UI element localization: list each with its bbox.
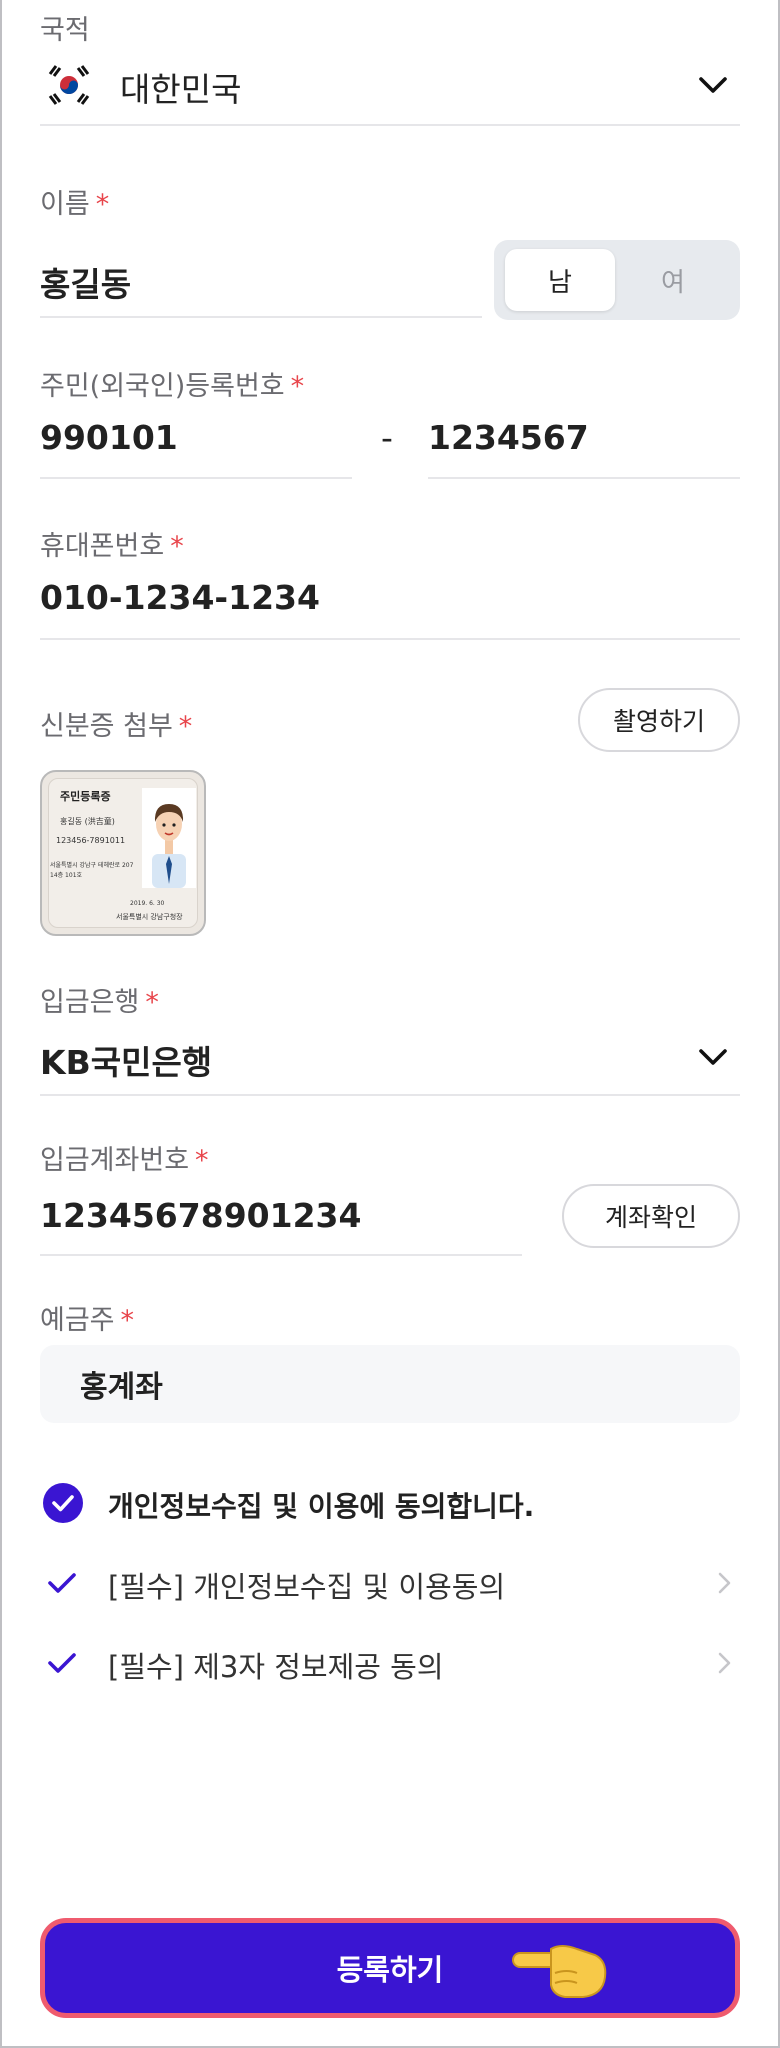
bank-select[interactable]: KB국민은행 [40,1030,740,1086]
agreement-item-label: [필수] 개인정보수집 및 이용동의 [108,1570,506,1604]
person-portrait-icon [152,804,186,888]
gender-toggle: 남 여 [494,240,740,320]
id-card-address-line1: 서울특별시 강남구 테헤란로 207 [50,862,134,869]
name-input[interactable]: 홍길동 [40,258,131,306]
nationality-select[interactable]: 대한민국 [40,58,740,114]
resident-id-back-input[interactable]: 1234567 [428,418,589,457]
divider [40,638,740,640]
submit-button-label: 등록하기 [336,1953,444,1987]
divider [40,124,740,126]
divider [40,1254,522,1256]
resident-id-separator: - [381,418,393,457]
id-card-issuer: 서울특별시 강남구청장 [116,913,183,921]
submit-button[interactable]: 등록하기 [40,1918,740,2018]
resident-id-front-input[interactable]: 990101 [40,418,178,457]
divider [428,477,740,479]
nationality-value: 대한민국 [120,70,242,109]
chevron-down-icon [696,68,730,106]
id-card-date: 2019. 6. 30 [130,900,165,907]
korea-flag-icon [46,62,92,108]
id-card-name: 홍길동 (洪吉童) [60,817,115,826]
id-card-number: 123456-7891011 [56,836,126,845]
bank-label: 입금은행 * [40,987,159,1018]
agree-all-row[interactable]: 개인정보수집 및 이용에 동의합니다. [42,1482,534,1528]
nationality-label: 국적 [40,15,90,46]
phone-input[interactable]: 010-1234-1234 [40,578,320,617]
chevron-right-icon[interactable] [712,1648,736,1682]
id-card-title: 주민등록증 [60,790,111,803]
gender-male-option[interactable]: 남 [505,249,615,311]
id-card-address-line2: 14층 101호 [50,872,83,879]
capture-button[interactable]: 촬영하기 [578,688,740,752]
account-label: 입금계좌번호 * [40,1145,209,1176]
account-verify-button[interactable]: 계좌확인 [562,1184,740,1248]
account-input[interactable]: 12345678901234 [40,1196,361,1235]
holder-field: 홍계좌 [40,1345,740,1423]
id-card-thumbnail[interactable]: 주민등록증 홍길동 (洪吉童) 123456-7891011 서울특별시 강남구… [40,770,206,936]
checkmark-icon[interactable] [44,1565,80,1605]
checkmark-icon[interactable] [44,1645,80,1685]
holder-label: 예금주 * [40,1305,135,1336]
name-label: 이름 * [40,189,110,220]
divider [40,1094,740,1096]
id-card-photo [142,788,196,888]
agree-all-label: 개인정보수집 및 이용에 동의합니다. [108,1490,535,1523]
id-attach-label: 신분증 첨부 * [40,711,193,742]
chevron-down-icon [696,1040,730,1078]
bank-value: KB국민은행 [40,1043,213,1082]
phone-label: 휴대폰번호 * [40,531,184,562]
divider [40,477,352,479]
divider [40,316,482,318]
agreement-item[interactable]: [필수] 제3자 정보제공 동의 [44,1644,740,1686]
agreement-item[interactable]: [필수] 개인정보수집 및 이용동의 [44,1564,740,1606]
resident-id-label: 주민(외국인)등록번호 * [40,371,305,402]
chevron-right-icon[interactable] [712,1568,736,1602]
check-circle-icon[interactable] [42,1482,84,1528]
gender-female-option[interactable]: 여 [618,249,728,311]
pointing-hand-icon [511,1939,609,2008]
agreement-item-label: [필수] 제3자 정보제공 동의 [108,1650,444,1684]
